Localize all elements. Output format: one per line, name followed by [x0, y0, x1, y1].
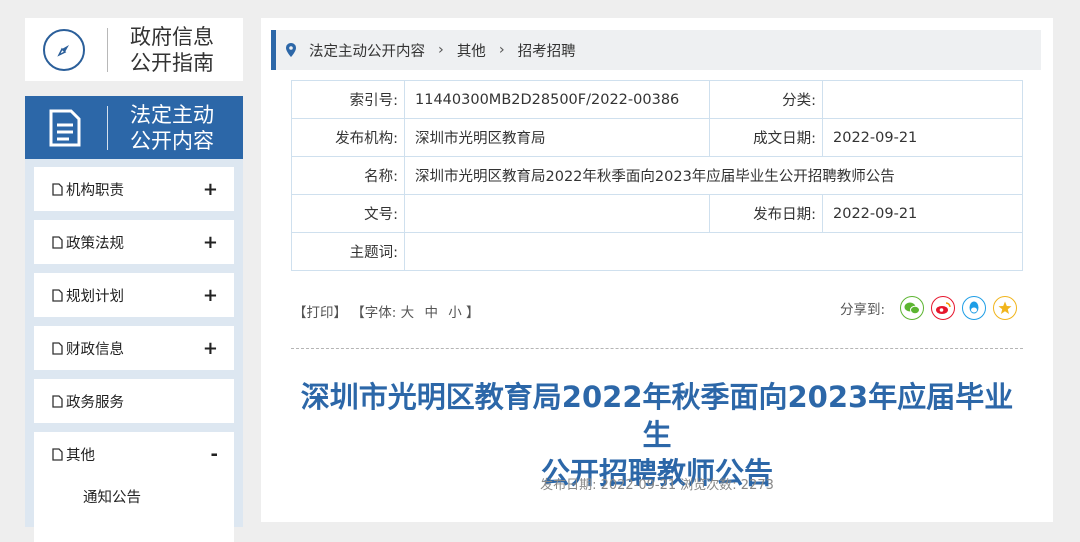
expand-icon[interactable]: +	[203, 232, 218, 253]
expand-icon[interactable]: +	[203, 285, 218, 306]
divider	[107, 27, 108, 72]
breadcrumb: 法定主动公开内容 › 其他 › 招考招聘	[271, 30, 1041, 70]
gov-info-guide-link[interactable]: 政府信息 公开指南	[25, 18, 243, 81]
statutory-content-label: 法定主动 公开内容	[130, 102, 214, 153]
written-date-label: 成文日期:	[709, 118, 823, 157]
publish-date-label: 发布日期:	[709, 194, 823, 233]
docno-value	[404, 194, 710, 233]
name-value: 深圳市光明区教育局2022年秋季面向2023年应届毕业生公开招聘教师公告	[404, 156, 1023, 195]
table-row: 主题词:	[291, 232, 1023, 271]
divider	[291, 348, 1023, 349]
sidebar-item-planning[interactable]: 规划计划 +	[34, 273, 234, 317]
sidebar-item-institution[interactable]: 机构职责 +	[34, 167, 234, 211]
qzone-icon[interactable]	[993, 296, 1018, 320]
gov-info-guide-label: 政府信息 公开指南	[130, 24, 214, 75]
print-button[interactable]: 【打印】	[293, 305, 347, 321]
divider	[107, 105, 108, 150]
name-label: 名称:	[291, 156, 405, 195]
document-icon	[52, 341, 63, 355]
expand-icon[interactable]: +	[203, 179, 218, 200]
location-pin-icon	[286, 43, 296, 57]
chevron-right-icon: ›	[498, 42, 505, 58]
collapse-icon[interactable]: -	[211, 444, 218, 465]
category-value	[822, 80, 1023, 119]
document-icon	[49, 109, 81, 146]
article-tools: 【打印】 【字体: 大 中 小 】	[293, 301, 480, 321]
docno-label: 文号:	[291, 194, 405, 233]
sidebar-item-finance[interactable]: 财政信息 +	[34, 326, 234, 370]
weibo-icon[interactable]	[931, 296, 956, 320]
font-small-button[interactable]: 小	[448, 305, 462, 321]
article-publish-info: 发布日期: 2022-09-21 浏览次数: 2273	[540, 478, 774, 493]
sidebar: 政府信息 公开指南 法定主动 公开内容 机构职责 + 政策法规 + 规划计划 +…	[25, 18, 243, 542]
compass-icon	[43, 28, 85, 71]
org-label: 发布机构:	[291, 118, 405, 157]
document-icon	[52, 235, 63, 249]
statutory-content-header[interactable]: 法定主动 公开内容	[25, 96, 243, 159]
share-label: 分享到:	[840, 302, 886, 318]
expand-icon[interactable]: +	[203, 338, 218, 359]
font-large-button[interactable]: 大	[401, 305, 415, 321]
sidebar-item-policy[interactable]: 政策法规 +	[34, 220, 234, 264]
metadata-table: 索引号: 11440300MB2D28500F/2022-00386 分类: 发…	[291, 80, 1023, 271]
sidebar-menu: 机构职责 + 政策法规 + 规划计划 + 财政信息 + 政务服务 其他 - 通知…	[25, 159, 243, 542]
sidebar-item-other[interactable]: 其他 -	[34, 432, 234, 476]
document-icon	[52, 447, 63, 461]
table-row: 名称: 深圳市光明区教育局2022年秋季面向2023年应届毕业生公开招聘教师公告	[291, 156, 1023, 195]
breadcrumb-link-recruitment[interactable]: 招考招聘	[518, 40, 576, 61]
main-content: 法定主动公开内容 › 其他 › 招考招聘 索引号: 11440300MB2D28…	[261, 18, 1053, 522]
document-icon	[52, 288, 63, 302]
table-row: 发布机构: 深圳市光明区教育局 成文日期: 2022-09-21	[291, 118, 1023, 157]
topic-label: 主题词:	[291, 232, 405, 271]
topic-value	[404, 232, 1023, 271]
sidebar-subitem-notices[interactable]: 通知公告	[83, 476, 234, 507]
index-value: 11440300MB2D28500F/2022-00386	[404, 80, 710, 119]
font-medium-button[interactable]: 中	[424, 305, 438, 321]
publish-date-value: 2022-09-21	[822, 194, 1023, 233]
share-bar: 分享到:	[840, 296, 1018, 320]
font-size-prefix: 【字体:	[351, 305, 397, 321]
document-icon	[52, 182, 63, 196]
written-date-value: 2022-09-21	[822, 118, 1023, 157]
font-size-suffix: 】	[466, 305, 480, 321]
table-row: 索引号: 11440300MB2D28500F/2022-00386 分类:	[291, 80, 1023, 119]
qq-icon[interactable]	[962, 296, 987, 320]
sidebar-submenu: 通知公告	[34, 476, 234, 542]
org-value: 深圳市光明区教育局	[404, 118, 710, 157]
sidebar-item-services[interactable]: 政务服务	[34, 379, 234, 423]
breadcrumb-link-statutory[interactable]: 法定主动公开内容	[309, 40, 425, 61]
table-row: 文号: 发布日期: 2022-09-21	[291, 194, 1023, 233]
category-label: 分类:	[709, 80, 823, 119]
wechat-icon[interactable]	[900, 296, 925, 320]
document-icon	[52, 394, 63, 408]
index-label: 索引号:	[291, 80, 405, 119]
breadcrumb-link-other[interactable]: 其他	[457, 40, 486, 61]
chevron-right-icon: ›	[438, 42, 444, 58]
